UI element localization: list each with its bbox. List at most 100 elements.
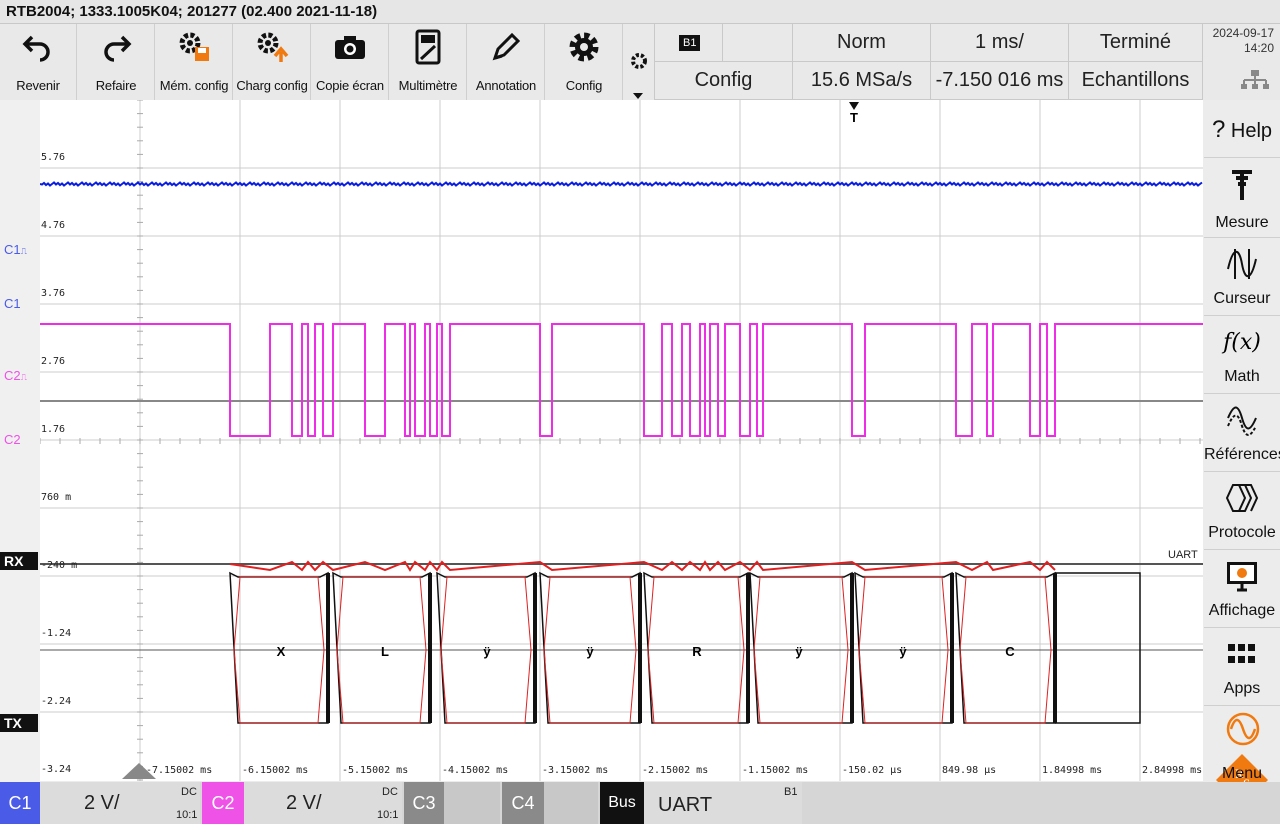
bus-channel-box[interactable]: Bus UART B1	[600, 782, 802, 824]
trigger-position[interactable]: -7.150 016 ms	[930, 62, 1068, 100]
t-label: -150.02 µs	[842, 765, 903, 776]
decoded-symbol[interactable]: ÿ	[586, 644, 593, 659]
cursor-icon	[1204, 244, 1280, 284]
channel-bar: C1 2 V/ DC 10:1 C2 2 V/ DC 10:1 C3 C4 Bu…	[0, 782, 1280, 824]
decoded-symbol[interactable]: X	[277, 644, 286, 659]
v-label: 1.76	[41, 424, 66, 435]
bus-protocol: UART	[658, 794, 713, 816]
t-label: -3.15002 ms	[542, 765, 609, 776]
save-config-icon	[156, 30, 232, 64]
v-label: -3.24	[41, 764, 72, 775]
status-grid: B1 Config Norm 1 ms/ Terminé 15.6 MSa/s …	[654, 24, 1202, 100]
config-button[interactable]: Config	[546, 24, 623, 100]
pencil-icon	[468, 30, 544, 64]
right-sidebar: ? Help Mesure Curseur f(x) Math Référenc…	[1204, 100, 1280, 806]
c2-channel-box[interactable]: C2 2 V/ DC 10:1	[202, 782, 402, 824]
bus-badge-cell[interactable]: B1	[654, 24, 722, 62]
v-label: 4.76	[41, 220, 66, 231]
references-icon	[1204, 400, 1280, 440]
help-button[interactable]: ? Help	[1204, 100, 1280, 158]
t-label: 2.84998 ms	[1142, 765, 1203, 776]
menu-button[interactable]: RS Menu	[1204, 706, 1280, 806]
redo-button[interactable]: Refaire	[78, 24, 155, 100]
config-cell[interactable]: Config	[654, 62, 792, 100]
decoded-symbol[interactable]: ÿ	[795, 644, 802, 659]
sample-rate[interactable]: 15.6 MSa/s	[792, 62, 930, 100]
multimeter-icon	[390, 29, 466, 65]
decoded-symbol[interactable]: ÿ	[483, 644, 490, 659]
c4-channel-box[interactable]: C4	[502, 782, 598, 824]
undo-button[interactable]: Revenir	[0, 24, 77, 100]
frame-stop-bit	[746, 573, 750, 723]
v-label: 2.76	[41, 356, 66, 367]
rx-marker[interactable]: RX	[0, 552, 38, 570]
multimeter-button[interactable]: Multimètre	[390, 24, 467, 100]
decoded-symbol[interactable]: L	[381, 644, 389, 659]
v-label: 3.76	[41, 288, 66, 299]
frame-stop-bit	[533, 573, 537, 723]
v-label: -240 m	[41, 560, 78, 571]
c1-threshold-marker[interactable]: C1⎍	[0, 242, 38, 258]
v-label: 760 m	[41, 492, 72, 503]
v-label: 5.76	[41, 152, 66, 163]
decoded-symbol[interactable]: ÿ	[899, 644, 906, 659]
c1-coupling: DC	[181, 786, 197, 798]
time-reference-marker[interactable]	[122, 763, 156, 779]
bus-name-label: UART	[1168, 549, 1198, 561]
save-config-button[interactable]: Mém. config	[156, 24, 233, 100]
frame-stop-bit	[950, 573, 954, 723]
c2-probe: 10:1	[377, 809, 399, 821]
protocol-button[interactable]: Protocole	[1204, 472, 1280, 550]
window-title: RTB2004; 1333.1005K04; 201277 (02.400 20…	[0, 0, 1280, 24]
empty-cell	[722, 24, 792, 62]
t-label: -2.15002 ms	[642, 765, 709, 776]
waveform-canvas	[40, 100, 1203, 781]
t-label: -5.15002 ms	[342, 765, 409, 776]
screenshot-button[interactable]: Copie écran	[312, 24, 389, 100]
help-icon: ?	[1211, 116, 1226, 143]
annotation-button[interactable]: Annotation	[468, 24, 545, 100]
cursor-button[interactable]: Curseur	[1204, 238, 1280, 316]
decoded-symbol[interactable]: C	[1005, 644, 1014, 659]
tx-marker[interactable]: TX	[0, 714, 38, 732]
c1-waveform	[40, 181, 1203, 187]
references-button[interactable]: Références	[1204, 394, 1280, 472]
math-button[interactable]: f(x) Math	[1204, 316, 1280, 394]
acquisition-state[interactable]: Terminé	[1068, 24, 1202, 62]
v-label: -1.24	[41, 628, 72, 639]
frame-stop-bit	[850, 573, 854, 723]
apps-button[interactable]: Apps	[1204, 628, 1280, 706]
c3-label: C3	[404, 782, 444, 824]
c1-channel-box[interactable]: C1 2 V/ DC 10:1	[0, 782, 200, 824]
c2-offset-marker[interactable]: C2	[0, 432, 38, 448]
channel-marker-strip: C1⎍ C1 C2⎍ C2 RX TX	[0, 100, 40, 782]
acquisition-mode[interactable]: Echantillons	[1068, 62, 1202, 100]
bus-label: Bus	[600, 782, 644, 824]
redo-icon	[78, 30, 154, 64]
trigger-arrow-icon	[849, 102, 859, 110]
network-icon	[1241, 70, 1269, 95]
camera-icon	[312, 30, 388, 64]
c3-channel-box[interactable]: C3	[404, 782, 500, 824]
bus-id: B1	[784, 786, 798, 798]
c2-scale: 2 V/	[286, 792, 322, 814]
date: 2024-09-17	[1212, 26, 1274, 40]
toolbar: Revenir Refaire Mém. config Charg config…	[0, 24, 654, 100]
t-label: -1.15002 ms	[742, 765, 809, 776]
measure-button[interactable]: Mesure	[1204, 158, 1280, 238]
time-base[interactable]: 1 ms/	[930, 24, 1068, 62]
decoded-symbol[interactable]: R	[692, 644, 701, 659]
t-label: 1.84998 ms	[1042, 765, 1103, 776]
display-button[interactable]: Affichage	[1204, 550, 1280, 628]
protocol-icon	[1204, 478, 1280, 518]
load-config-button[interactable]: Charg config	[234, 24, 311, 100]
display-icon	[1204, 556, 1280, 596]
trigger-mode[interactable]: Norm	[792, 24, 930, 62]
c1-offset-marker[interactable]: C1	[0, 296, 38, 312]
t-label: -6.15002 ms	[242, 765, 309, 776]
quick-settings-button[interactable]	[624, 24, 654, 100]
c2-threshold-marker[interactable]: C2⎍	[0, 368, 38, 384]
waveform-display[interactable]: T 5.76 4.76 3.76 2.76 1.76 760 m -240 m …	[40, 100, 1203, 781]
trigger-marker[interactable]: T	[849, 102, 859, 125]
math-icon: f(x)	[1223, 329, 1261, 355]
